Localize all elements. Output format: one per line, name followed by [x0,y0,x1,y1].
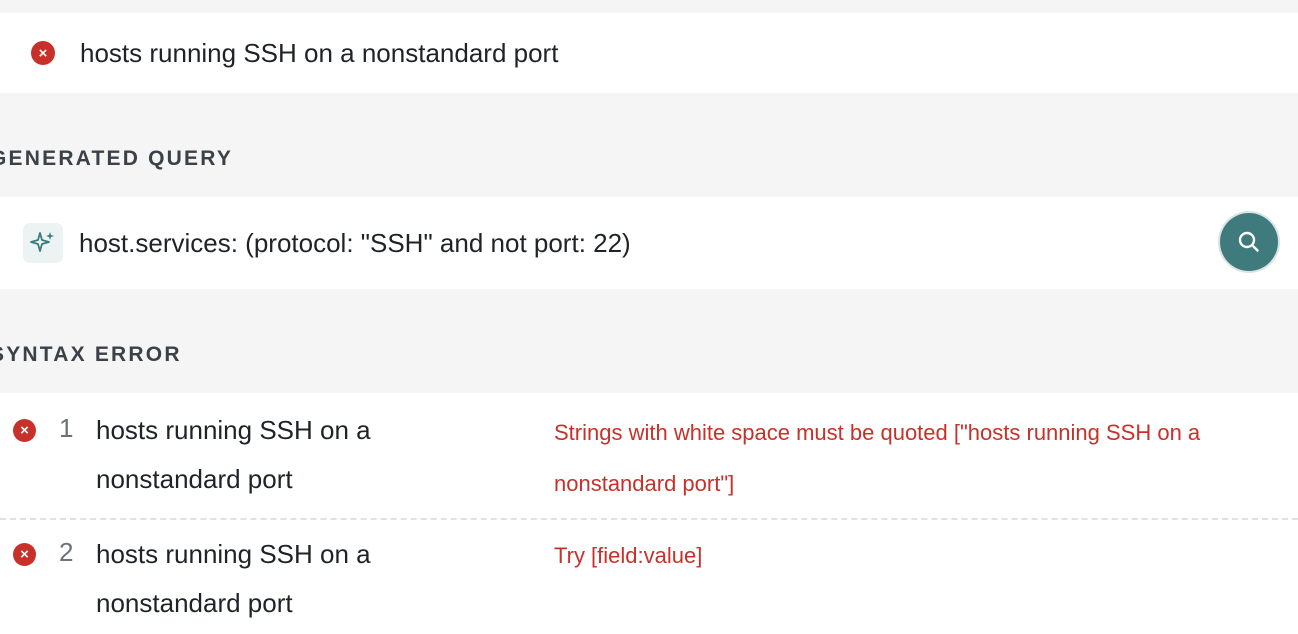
error-source-text: hosts running SSH on a nonstandard port [96,539,371,618]
error-source-text: hosts running SSH on a nonstandard port [96,415,371,494]
syntax-error-row: × 1 hosts running SSH on a nonstandard p… [0,393,1298,520]
query-input-text[interactable]: hosts running SSH on a nonstandard port [80,38,558,69]
line-number: 2 [59,537,74,567]
syntax-error-row: × 2 hosts running SSH on a nonstandard p… [0,520,1298,634]
search-icon [1238,231,1259,252]
sparkle-icon [23,223,63,263]
error-circle-x-icon: × [13,543,36,566]
generated-query-box: host.services: (protocol: "SSH" and not … [0,197,1298,289]
search-button[interactable] [1220,213,1278,271]
generated-query-text[interactable]: host.services: (protocol: "SSH" and not … [79,228,631,259]
generated-query-heading: GENERATED QUERY [0,147,234,170]
error-message: Try [field:value] [554,543,703,568]
error-circle-x-icon: × [31,41,55,65]
syntax-error-list: × 1 hosts running SSH on a nonstandard p… [0,393,1298,634]
line-number: 1 [59,413,74,443]
error-message: Strings with white space must be quoted … [554,420,1201,496]
syntax-error-heading: SYNTAX ERROR [0,343,182,366]
error-circle-x-icon: × [13,419,36,442]
query-input-row[interactable]: × hosts running SSH on a nonstandard por… [0,13,1298,93]
